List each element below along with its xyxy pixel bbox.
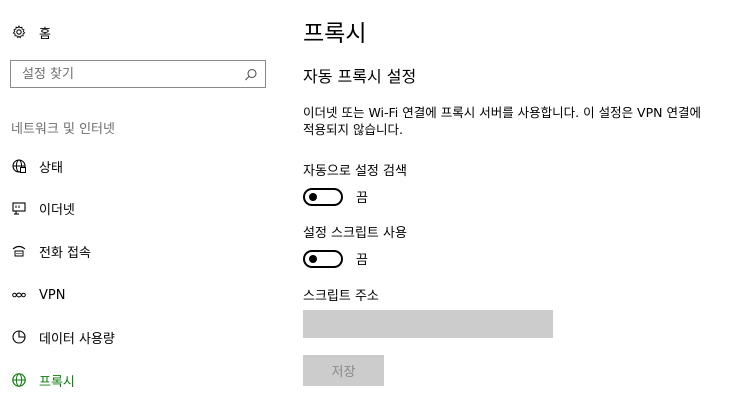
dial-up-icon — [11, 243, 27, 259]
proxy-description: 이더넷 또는 Wi-Fi 연결에 프록시 서버를 사용합니다. 이 설정은 VP… — [303, 105, 701, 137]
globe-icon — [11, 372, 27, 388]
toggle-knob — [309, 254, 317, 263]
sidebar-item-label: 홈 — [39, 26, 51, 42]
toggle-state-text: 끔 — [356, 191, 368, 206]
sidebar-item-label: 전화 접속 — [39, 245, 91, 261]
sidebar-item-status[interactable]: 상태 — [11, 154, 63, 178]
search-input[interactable] — [11, 61, 242, 87]
script-address-input[interactable] — [303, 310, 553, 338]
search-icon[interactable] — [244, 67, 258, 81]
auto-detect-toggle[interactable] — [303, 187, 343, 206]
auto-detect-label: 자동으로 설정 검색 — [303, 164, 407, 179]
use-script-row: 끔 — [303, 249, 368, 268]
sidebar-item-home[interactable]: 홈 — [11, 20, 51, 44]
toggle-state-text: 끔 — [356, 253, 368, 268]
sidebar-item-dial-up[interactable]: 전화 접속 — [11, 239, 91, 263]
sidebar-item-vpn[interactable]: VPN — [11, 283, 65, 307]
sidebar-item-ethernet[interactable]: 이더넷 — [11, 196, 75, 220]
use-script-label: 설정 스크립트 사용 — [303, 226, 407, 241]
search-box[interactable] — [10, 60, 266, 88]
sidebar-section-title: 네트워크 및 인터넷 — [11, 122, 115, 137]
use-script-toggle[interactable] — [303, 249, 343, 268]
auto-detect-row: 끔 — [303, 187, 368, 206]
sidebar: 홈 네트워크 및 인터넷 상태 — [0, 0, 285, 413]
sidebar-item-label: 프록시 — [39, 374, 75, 390]
globe-status-icon — [11, 158, 27, 174]
settings-window: 홈 네트워크 및 인터넷 상태 — [0, 0, 737, 413]
sidebar-item-data-usage[interactable]: 데이터 사용량 — [11, 325, 115, 349]
gear-icon — [11, 24, 27, 40]
script-address-label: 스크립트 주소 — [303, 289, 379, 304]
page-title: 프록시 — [303, 21, 367, 47]
sidebar-item-label: 상태 — [39, 160, 63, 176]
sidebar-item-label: 데이터 사용량 — [39, 331, 115, 347]
sidebar-item-proxy[interactable]: 프록시 — [11, 368, 75, 392]
section-title: 자동 프록시 설정 — [303, 67, 417, 86]
vpn-icon — [11, 287, 27, 303]
toggle-knob — [309, 192, 317, 201]
data-usage-icon — [11, 329, 27, 345]
sidebar-item-label: 이더넷 — [39, 202, 75, 218]
ethernet-icon — [11, 200, 27, 216]
save-button[interactable]: 저장 — [303, 355, 384, 386]
sidebar-item-label: VPN — [39, 287, 66, 303]
